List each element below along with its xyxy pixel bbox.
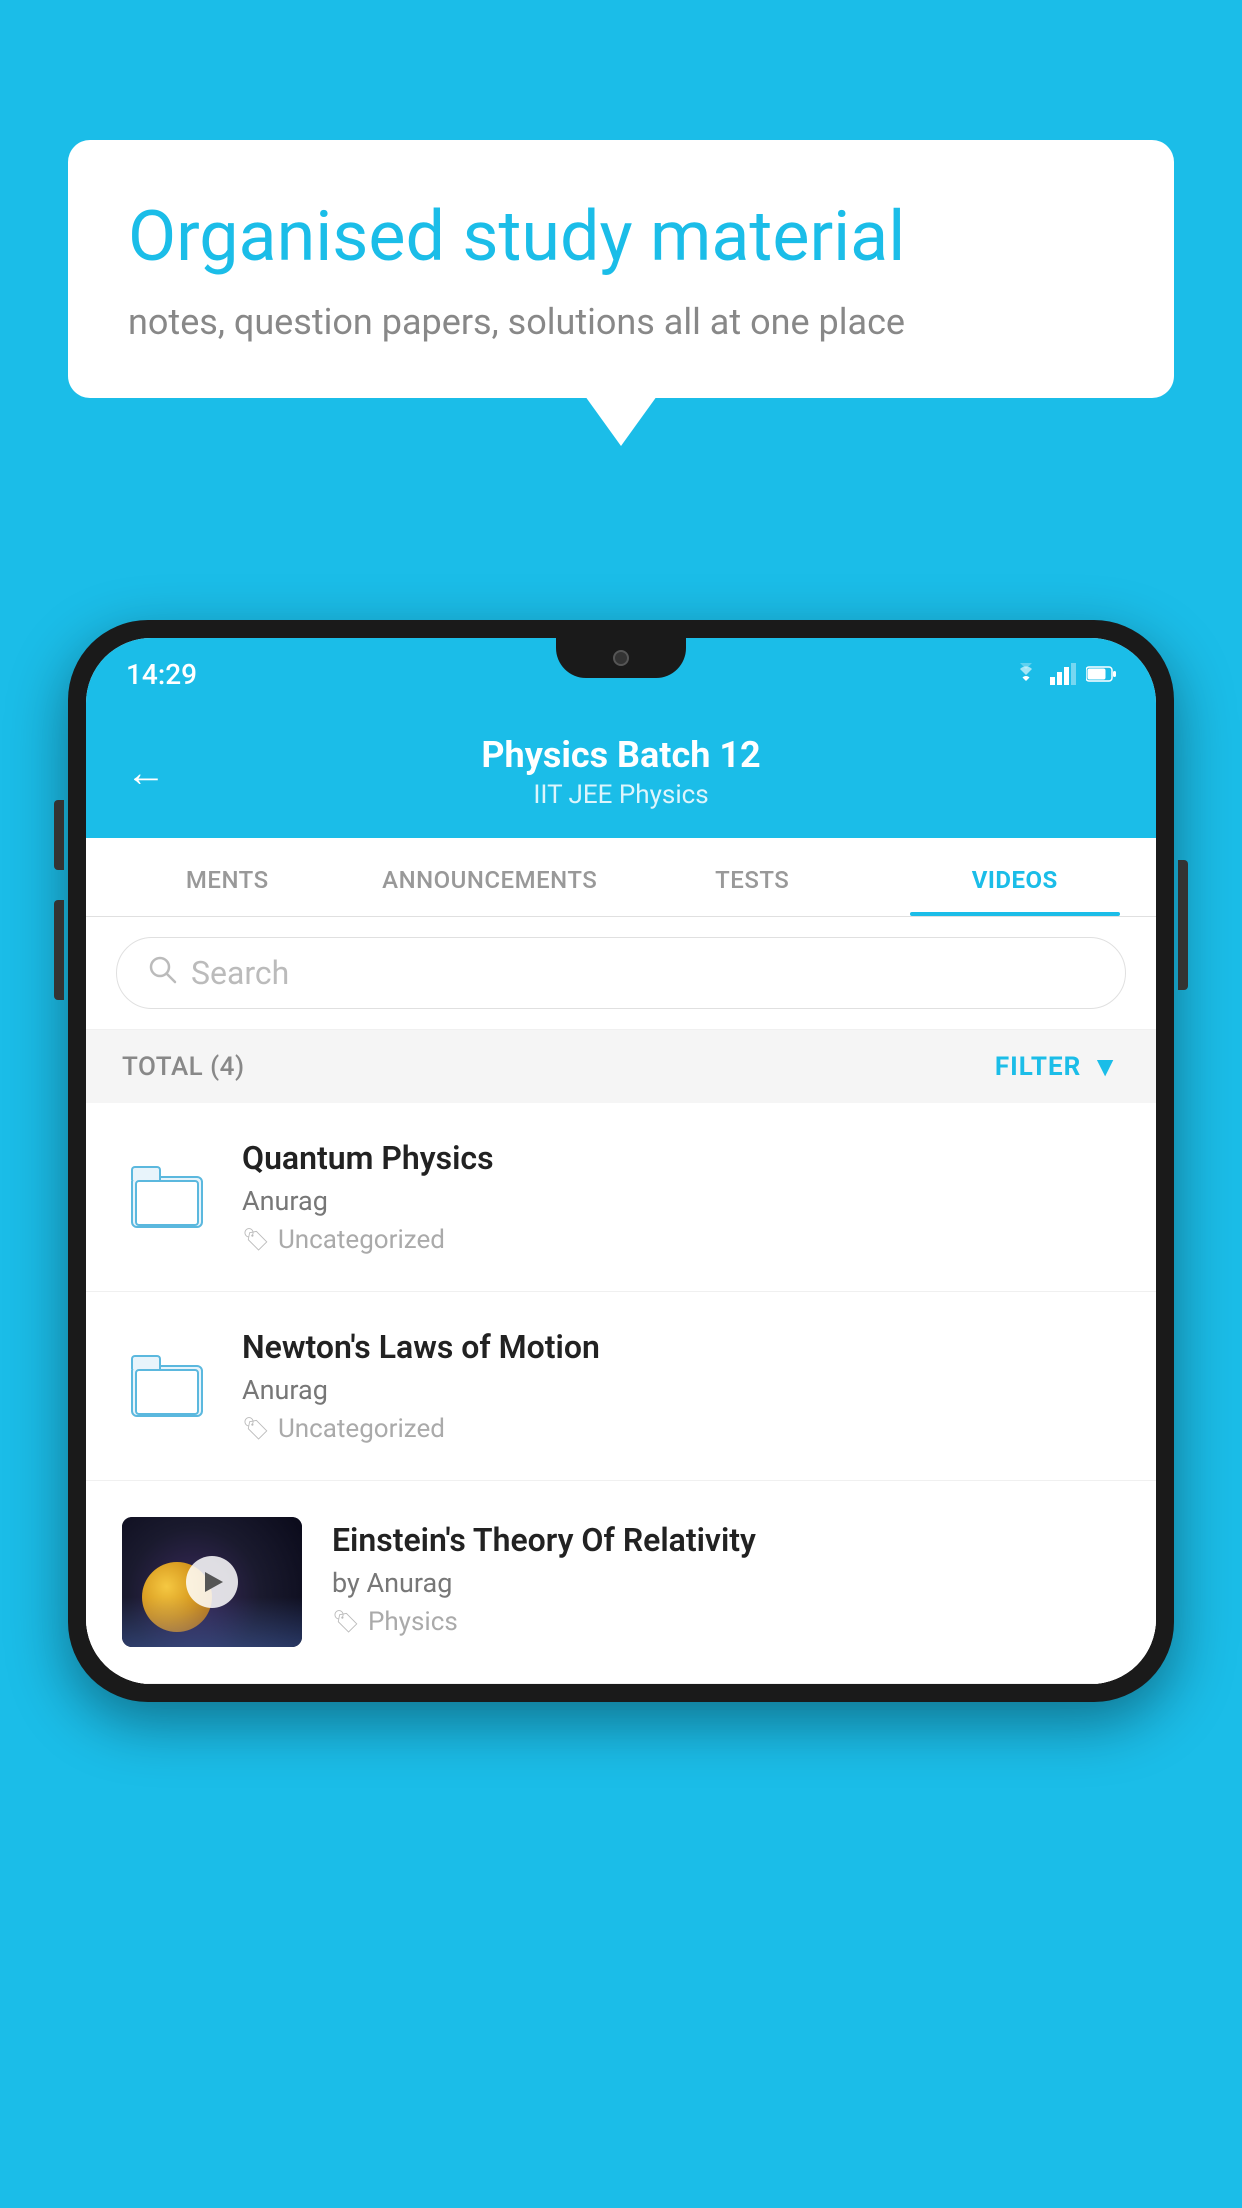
- status-time: 14:29: [126, 658, 197, 691]
- item-title: Quantum Physics: [242, 1139, 1120, 1177]
- tag-icon: 🏷: [242, 1417, 270, 1442]
- tag-label: Uncategorized: [278, 1225, 445, 1255]
- total-count: TOTAL (4): [122, 1052, 245, 1082]
- bubble-title: Organised study material: [128, 195, 1114, 279]
- phone-container: 14:29: [68, 620, 1174, 2208]
- folder-icon-wrap: [122, 1355, 212, 1417]
- item-text: Quantum Physics Anurag 🏷 Uncategorized: [242, 1139, 1120, 1255]
- volume-down-button: [54, 900, 64, 1000]
- item-author: Anurag: [242, 1374, 1120, 1406]
- tag-icon: 🏷: [242, 1228, 270, 1253]
- list-item-einstein[interactable]: Einstein's Theory Of Relativity by Anura…: [86, 1481, 1156, 1684]
- search-placeholder: Search: [191, 954, 289, 992]
- filter-button[interactable]: FILTER ▼: [995, 1050, 1120, 1083]
- item-title: Newton's Laws of Motion: [242, 1328, 1120, 1366]
- folder-icon: [131, 1166, 203, 1228]
- item-text: Einstein's Theory Of Relativity by Anura…: [332, 1517, 1120, 1637]
- status-bar: 14:29: [86, 638, 1156, 710]
- camera-dot: [613, 650, 629, 666]
- item-text: Newton's Laws of Motion Anurag 🏷 Uncateg…: [242, 1328, 1120, 1444]
- item-tag: 🏷 Physics: [332, 1607, 1120, 1637]
- item-title: Einstein's Theory Of Relativity: [332, 1521, 1120, 1559]
- filter-bar: TOTAL (4) FILTER ▼: [86, 1030, 1156, 1103]
- filter-icon: ▼: [1091, 1050, 1120, 1083]
- phone-outer-shell: 14:29: [68, 620, 1174, 1702]
- tab-announcements[interactable]: ANNOUNCEMENTS: [359, 838, 622, 916]
- wifi-icon: [1012, 663, 1040, 685]
- list-item[interactable]: Quantum Physics Anurag 🏷 Uncategorized: [86, 1103, 1156, 1292]
- item-author: Anurag: [242, 1185, 1120, 1217]
- header-title-area: Physics Batch 12 IIT JEE Physics: [481, 734, 760, 810]
- list-item[interactable]: Newton's Laws of Motion Anurag 🏷 Uncateg…: [86, 1292, 1156, 1481]
- tag-label: Physics: [368, 1607, 458, 1637]
- item-tag: 🏷 Uncategorized: [242, 1225, 1120, 1255]
- tabs-bar: MENTS ANNOUNCEMENTS TESTS VIDEOS: [86, 838, 1156, 917]
- volume-up-button: [54, 800, 64, 870]
- notch: [556, 638, 686, 678]
- tag-icon: 🏷: [332, 1610, 360, 1635]
- search-icon: [147, 954, 177, 992]
- folder-icon: [131, 1355, 203, 1417]
- search-box[interactable]: Search: [116, 937, 1126, 1009]
- item-tag: 🏷 Uncategorized: [242, 1414, 1120, 1444]
- video-thumbnail: [122, 1517, 302, 1647]
- header-tags: IIT JEE Physics: [481, 780, 760, 810]
- item-author: by Anurag: [332, 1567, 1120, 1599]
- search-area: Search: [86, 917, 1156, 1030]
- tag-label: Uncategorized: [278, 1414, 445, 1444]
- back-button[interactable]: ←: [126, 749, 166, 796]
- signal-icon: [1050, 663, 1076, 685]
- bubble-subtitle: notes, question papers, solutions all at…: [128, 301, 1114, 343]
- folder-icon-wrap: [122, 1166, 212, 1228]
- tab-tests[interactable]: TESTS: [621, 838, 884, 916]
- play-button[interactable]: [186, 1556, 238, 1608]
- batch-name: Physics Batch 12: [481, 734, 760, 776]
- tab-ments[interactable]: MENTS: [96, 838, 359, 916]
- status-icons: [1012, 663, 1116, 685]
- filter-label: FILTER: [995, 1052, 1081, 1082]
- speech-bubble-section: Organised study material notes, question…: [68, 140, 1174, 398]
- phone-screen: 14:29: [86, 638, 1156, 1684]
- battery-icon: [1086, 665, 1116, 683]
- speech-bubble-card: Organised study material notes, question…: [68, 140, 1174, 398]
- power-button: [1178, 860, 1188, 990]
- tab-videos[interactable]: VIDEOS: [884, 838, 1147, 916]
- content-list: Quantum Physics Anurag 🏷 Uncategorized: [86, 1103, 1156, 1684]
- app-header: ← Physics Batch 12 IIT JEE Physics: [86, 710, 1156, 838]
